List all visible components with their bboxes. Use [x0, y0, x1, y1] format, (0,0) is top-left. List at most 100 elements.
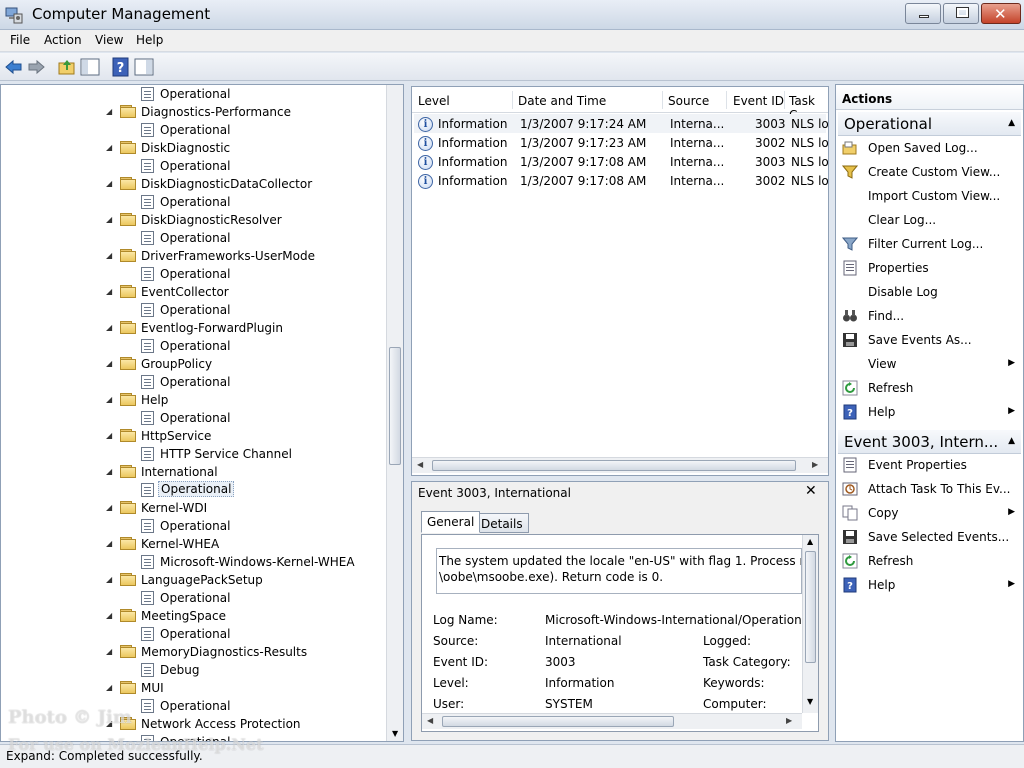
tree-folder[interactable]: ◢ International: [1, 463, 387, 481]
console-tree[interactable]: Operational ◢ Diagnostics-Performance Opera…: [0, 84, 404, 742]
column-event-id[interactable]: Event ID: [733, 94, 784, 108]
tree-folder[interactable]: ◢ Diagnostics-Performance: [1, 103, 387, 121]
forward-arrow-icon[interactable]: [26, 57, 46, 77]
action-item[interactable]: Open Saved Log...: [838, 137, 1021, 159]
event-row[interactable]: i Information 1/3/2007 9:17:23 AM Interna..…: [414, 133, 828, 152]
expand-arrow-icon[interactable]: ◢: [106, 683, 112, 692]
expand-arrow-icon[interactable]: ◢: [106, 539, 112, 548]
tree-log[interactable]: Operational: [1, 589, 387, 607]
action-item[interactable]: Save Selected Events...: [838, 526, 1021, 548]
show-hide-tree-icon[interactable]: [80, 57, 100, 77]
action-item[interactable]: Filter Current Log...: [838, 233, 1021, 255]
action-item[interactable]: ? Help ▶: [838, 401, 1021, 423]
tree-log[interactable]: Microsoft-Windows-Kernel-WHEA: [1, 553, 387, 571]
action-item[interactable]: View ▶: [838, 353, 1021, 375]
action-item[interactable]: Find...: [838, 305, 1021, 327]
event-row[interactable]: i Information 1/3/2007 9:17:08 AM Interna..…: [414, 152, 828, 171]
menu-file[interactable]: File: [10, 33, 30, 47]
minimize-button[interactable]: [905, 3, 941, 24]
tree-folder[interactable]: ◢ DiskDiagnosticResolver: [1, 211, 387, 229]
event-message[interactable]: The system updated the locale "en-US" wi…: [436, 548, 802, 594]
tree-log[interactable]: Operational: [1, 409, 387, 427]
action-item[interactable]: Properties: [838, 257, 1021, 279]
events-hscrollbar-thumb[interactable]: [432, 460, 796, 471]
column-level[interactable]: Level: [418, 94, 450, 108]
tree-folder[interactable]: ◢ GroupPolicy: [1, 355, 387, 373]
tree-log[interactable]: Operational: [1, 517, 387, 535]
expand-arrow-icon[interactable]: ◢: [106, 107, 112, 116]
tree-folder[interactable]: ◢ EventCollector: [1, 283, 387, 301]
actions-section-operational[interactable]: Operational ▲: [838, 112, 1021, 136]
action-pane-icon[interactable]: [134, 57, 154, 77]
tree-log[interactable]: Operational: [1, 121, 387, 139]
tree-folder[interactable]: ◢ MUI: [1, 679, 387, 697]
menu-help[interactable]: Help: [136, 33, 163, 47]
detail-hscrollbar[interactable]: ◀ ▶: [422, 713, 802, 729]
expand-arrow-icon[interactable]: ◢: [106, 323, 112, 332]
expand-arrow-icon[interactable]: ◢: [106, 287, 112, 296]
tree-folder[interactable]: ◢ MemoryDiagnostics-Results: [1, 643, 387, 661]
tree-folder[interactable]: ◢ DiskDiagnostic: [1, 139, 387, 157]
action-item[interactable]: Clear Log...: [838, 209, 1021, 231]
action-item[interactable]: Copy ▶: [838, 502, 1021, 524]
maximize-button[interactable]: [943, 3, 979, 24]
menu-action[interactable]: Action: [44, 33, 82, 47]
tab-details[interactable]: Details: [475, 513, 529, 533]
tree-log[interactable]: Operational: [1, 193, 387, 211]
expand-arrow-icon[interactable]: ◢: [106, 431, 112, 440]
tree-log[interactable]: HTTP Service Channel: [1, 445, 387, 463]
tree-log[interactable]: Operational: [1, 85, 387, 103]
detail-vscrollbar-thumb[interactable]: [805, 551, 816, 663]
tree-scrollbar[interactable]: ▼: [386, 85, 403, 741]
up-folder-icon[interactable]: [57, 57, 77, 77]
tree-folder[interactable]: ◢ Kernel-WHEA: [1, 535, 387, 553]
tree-folder[interactable]: ◢ MeetingSpace: [1, 607, 387, 625]
collapse-icon[interactable]: ▲: [1008, 436, 1015, 446]
expand-arrow-icon[interactable]: ◢: [106, 647, 112, 656]
tree-folder[interactable]: ◢ HttpService: [1, 427, 387, 445]
tree-log[interactable]: Operational: [1, 265, 387, 283]
tree-log[interactable]: Operational: [1, 625, 387, 643]
expand-arrow-icon[interactable]: ◢: [106, 143, 112, 152]
tree-log[interactable]: Debug: [1, 661, 387, 679]
tree-log[interactable]: Operational: [1, 229, 387, 247]
expand-arrow-icon[interactable]: ◢: [106, 503, 112, 512]
close-button[interactable]: ✕: [981, 3, 1021, 24]
tree-log[interactable]: Operational: [1, 301, 387, 319]
tree-log[interactable]: Operational: [1, 157, 387, 175]
tree-folder[interactable]: ◢ DriverFrameworks-UserMode: [1, 247, 387, 265]
events-list[interactable]: Level Date and Time Source Event ID Task…: [411, 86, 829, 476]
tab-general[interactable]: General: [421, 511, 481, 533]
action-item[interactable]: Event Properties: [838, 454, 1021, 476]
tree-folder[interactable]: ◢ Kernel-WDI: [1, 499, 387, 517]
tree-log[interactable]: Operational: [1, 481, 387, 499]
collapse-icon[interactable]: ▲: [1008, 118, 1015, 128]
expand-arrow-icon[interactable]: ◢: [106, 359, 112, 368]
action-item[interactable]: Save Events As...: [838, 329, 1021, 351]
action-item[interactable]: Import Custom View...: [838, 185, 1021, 207]
events-hscrollbar[interactable]: ◀ ▶: [412, 457, 828, 473]
column-source[interactable]: Source: [668, 94, 709, 108]
actions-section-event[interactable]: Event 3003, Intern... ▲: [838, 430, 1021, 454]
action-item[interactable]: Create Custom View...: [838, 161, 1021, 183]
tree-log[interactable]: Operational: [1, 373, 387, 391]
help-icon[interactable]: ?: [111, 57, 131, 77]
back-arrow-icon[interactable]: [4, 57, 24, 77]
tree-folder[interactable]: ◢ Help: [1, 391, 387, 409]
detail-hscrollbar-thumb[interactable]: [442, 716, 674, 727]
action-item[interactable]: Refresh: [838, 550, 1021, 572]
tree-folder[interactable]: ◢ DiskDiagnosticDataCollector: [1, 175, 387, 193]
expand-arrow-icon[interactable]: ◢: [106, 467, 112, 476]
expand-arrow-icon[interactable]: ◢: [106, 575, 112, 584]
menu-view[interactable]: View: [95, 33, 123, 47]
action-item[interactable]: Attach Task To This Ev...: [838, 478, 1021, 500]
close-icon[interactable]: ✕: [805, 483, 817, 499]
expand-arrow-icon[interactable]: ◢: [106, 251, 112, 260]
tree-log[interactable]: Operational: [1, 337, 387, 355]
action-item[interactable]: Refresh: [838, 377, 1021, 399]
expand-arrow-icon[interactable]: ◢: [106, 215, 112, 224]
action-item[interactable]: ? Help ▶: [838, 574, 1021, 596]
expand-arrow-icon[interactable]: ◢: [106, 395, 112, 404]
expand-arrow-icon[interactable]: ◢: [106, 179, 112, 188]
tree-folder[interactable]: ◢ Eventlog-ForwardPlugin: [1, 319, 387, 337]
